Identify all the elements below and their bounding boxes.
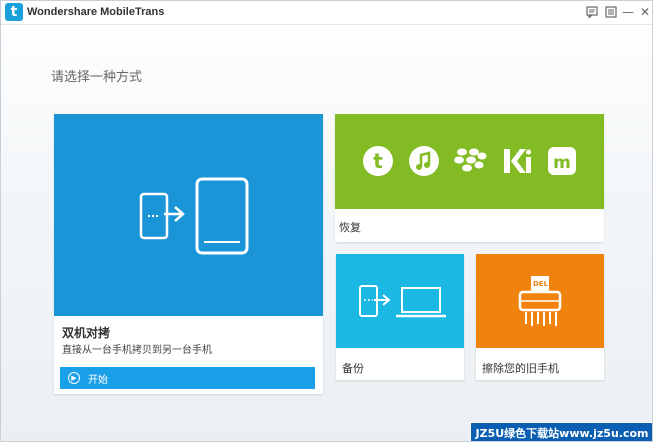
minimize-button[interactable]: —	[620, 4, 636, 20]
app-window: t Wondershare MobileTrans — ✕ 请选择一种方式 双机…	[0, 0, 653, 442]
music-note-icon	[407, 144, 441, 178]
menu-icon	[605, 6, 617, 18]
switch-tile-title: 双机对拷	[62, 326, 111, 340]
start-button[interactable]: ▶ 开始	[60, 367, 315, 389]
feedback-button[interactable]	[584, 4, 600, 20]
restore-tile[interactable]: t m 恢复	[335, 114, 604, 242]
svg-text:m: m	[553, 153, 571, 173]
erase-old-phone-tile[interactable]: DEL 擦除您的旧手机	[476, 254, 604, 380]
page-heading: 请选择一种方式	[51, 70, 143, 85]
blackberry-icon	[453, 144, 487, 178]
restore-tile-banner: t m	[335, 114, 604, 209]
play-icon: ▶	[68, 372, 80, 384]
svg-text:t: t	[373, 149, 383, 173]
comment-icon	[586, 6, 598, 18]
menu-button[interactable]	[603, 4, 619, 20]
tunes-t-icon: t	[361, 144, 395, 178]
switch-tile-description: 直接从一台手机拷贝到另一台手机	[62, 345, 212, 356]
phone-to-laptop-icon	[359, 285, 446, 318]
title-bar: t Wondershare MobileTrans — ✕	[1, 1, 652, 25]
del-label: DEL	[533, 280, 549, 288]
erase-tile-banner: DEL	[476, 254, 604, 348]
mobiletrans-icon: m	[545, 144, 579, 178]
erase-tile-title: 擦除您的旧手机	[482, 362, 559, 375]
backup-tile-banner	[336, 254, 464, 348]
phone-transfer-icon	[139, 177, 249, 255]
backup-tile-title: 备份	[342, 362, 364, 375]
restore-tile-title: 恢复	[339, 221, 361, 234]
site-watermark: JZ5U绿色下载站www.jz5u.com	[470, 422, 652, 441]
close-button[interactable]: ✕	[637, 4, 652, 20]
app-logo-icon: t	[5, 3, 23, 21]
start-button-label: 开始	[88, 374, 108, 386]
switch-tile-banner	[54, 114, 323, 316]
shredder-icon	[518, 276, 562, 326]
kies-icon	[499, 144, 533, 178]
backup-tile[interactable]: 备份	[336, 254, 464, 380]
switch-phones-tile[interactable]: 双机对拷 直接从一台手机拷贝到另一台手机 ▶ 开始	[54, 114, 323, 394]
app-title: Wondershare MobileTrans	[27, 6, 165, 18]
